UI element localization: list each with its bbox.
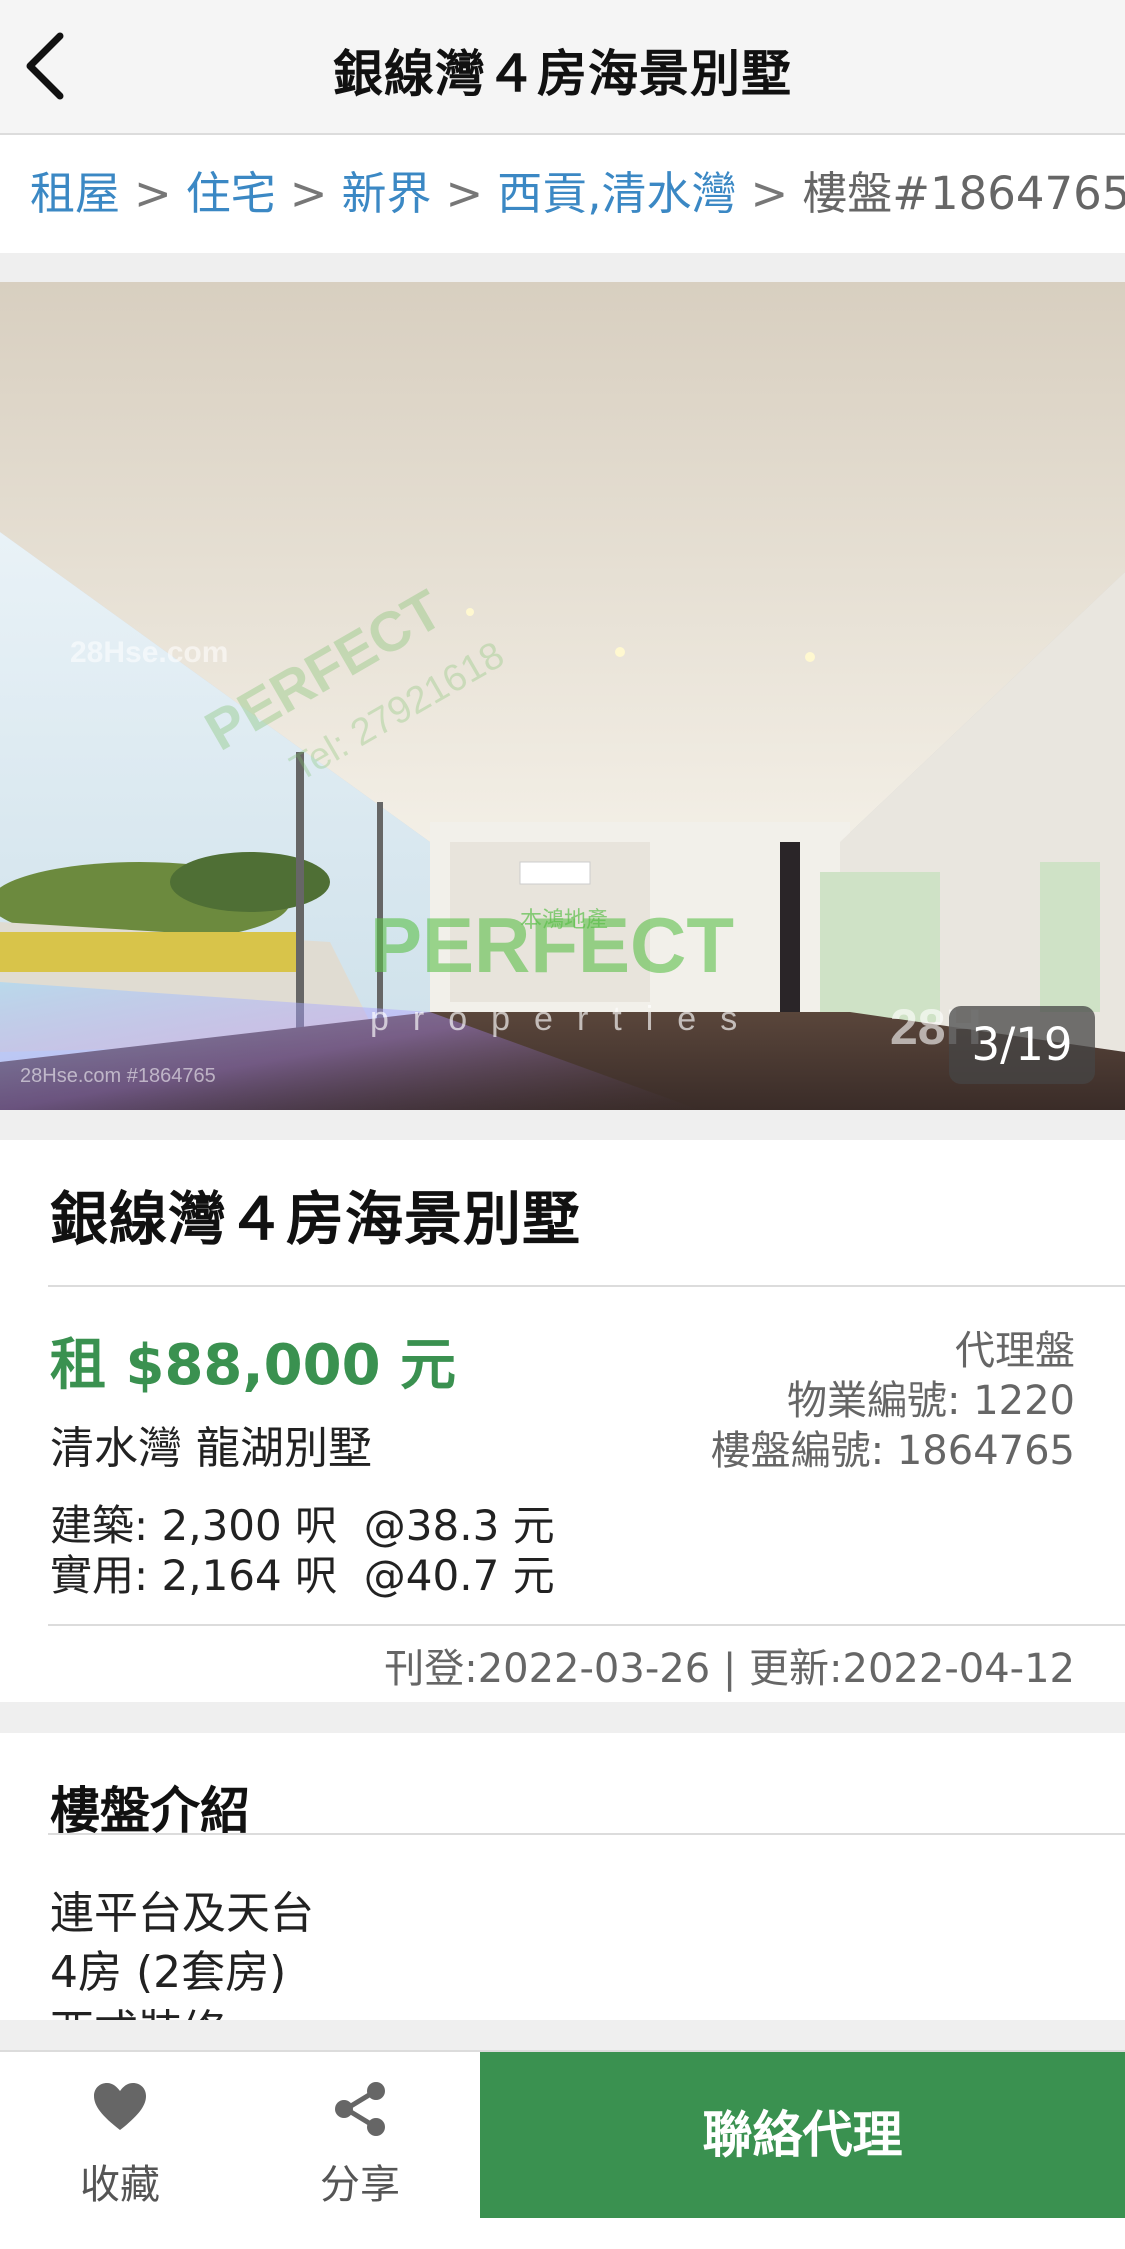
post-update-dates: 刊登:2022-03-26 | 更新:2022-04-12 [384,1646,1075,1692]
listing-number: 樓盤編號: 1864765 [710,1428,1075,1474]
listing-photo[interactable]: PERFECT properties 本鴻地產 PERFECT Tel: 279… [0,282,1125,1110]
favorite-label: 收藏 [80,2162,160,2208]
favorite-button[interactable]: 收藏 [0,2052,240,2217]
saleable-area: 實用: 2,164 呎 @40.7 元 [50,1551,555,1600]
divider [48,1624,1125,1626]
breadcrumb-separator: > [134,167,172,220]
listing-description: 樓盤介紹 連平台及天台 4房 (2套房) 西式裝修 [0,1733,1125,2020]
divider [48,1285,1125,1287]
breadcrumb-new-territories[interactable]: 新界 [341,167,431,220]
breadcrumb-separator: > [445,167,484,220]
breadcrumb-sai-kung[interactable]: 西貢,清水灣 [497,167,736,220]
breadcrumb-current: 樓盤#1864765 [802,167,1125,220]
description-line: 4房 (2套房) [50,1947,287,1998]
share-button[interactable]: 分享 [240,2052,480,2217]
svg-text:properties: properties [370,1000,761,1038]
svg-text:28Hse.com #1864765: 28Hse.com #1864765 [20,1065,216,1087]
breadcrumb-separator: > [750,167,789,220]
breadcrumb: 租屋 > 住宅 > 新界 > 西貢,清水灣 > 樓盤#1864765 [0,135,1125,253]
listing-title: 銀線灣４房海景別墅 [50,1185,582,1253]
breadcrumb-rent[interactable]: 租屋 [30,167,120,220]
description-line: 連平台及天台 [50,1888,314,1939]
description-line: 西式裝修 [50,1995,226,2020]
breadcrumb-separator: > [289,167,328,220]
share-label: 分享 [320,2162,400,2208]
page-title: 銀線灣４房海景別墅 [333,45,792,103]
svg-text:28Hse.com: 28Hse.com [70,636,228,669]
bottom-action-bar: 收藏 分享 聯絡代理 [0,2050,1125,2249]
room-photo-image: PERFECT properties 本鴻地產 PERFECT Tel: 279… [0,282,1125,1110]
estate-name: 清水灣 龍湖別墅 [50,1423,372,1474]
svg-text:本鴻地產: 本鴻地產 [520,908,608,933]
divider [48,1833,1125,1835]
top-nav-bar: 銀線灣４房海景別墅 [0,0,1125,135]
breadcrumb-residential[interactable]: 住宅 [186,167,276,220]
heart-icon [94,2083,146,2130]
share-icon [335,2082,385,2136]
contact-agent-button[interactable]: 聯絡代理 [480,2052,1125,2218]
rent-price: 租 $88,000 元 [50,1333,457,1398]
listing-summary-card: 銀線灣４房海景別墅 租 $88,000 元 清水灣 龍湖別墅 建築: 2,300… [0,1140,1125,1702]
photo-counter-badge: 3/19 [949,1006,1095,1084]
